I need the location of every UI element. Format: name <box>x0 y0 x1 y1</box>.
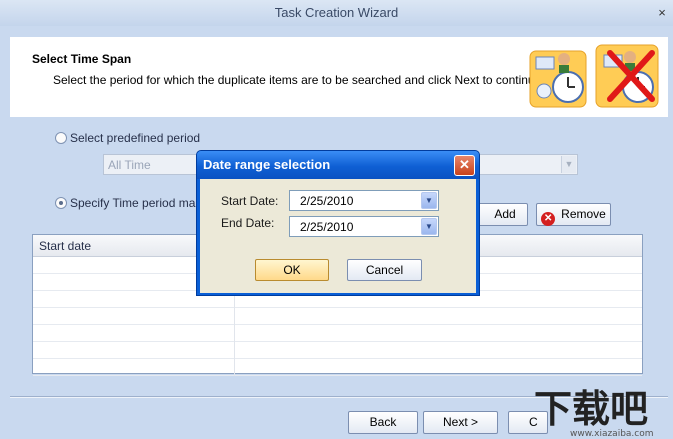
next-button[interactable]: Next > <box>423 411 498 434</box>
close-icon[interactable]: × <box>655 0 669 26</box>
manual-period-label: Specify Time period manua <box>70 196 216 210</box>
chevron-down-icon[interactable]: ▼ <box>421 218 437 235</box>
predefined-period-label: Select predefined period <box>70 131 201 145</box>
table-row <box>33 342 642 359</box>
manual-period-radio[interactable] <box>55 197 67 209</box>
ok-button[interactable]: OK <box>255 259 329 281</box>
start-date-value: 2/25/2010 <box>300 194 354 208</box>
chevron-down-icon[interactable]: ▼ <box>421 192 437 209</box>
table-row <box>33 359 642 376</box>
back-button[interactable]: Back <box>348 411 418 434</box>
start-date-label: Start Date: <box>221 194 279 208</box>
table-row <box>33 325 642 342</box>
end-date-picker[interactable]: 2/25/2010 ▼ <box>289 216 439 237</box>
start-date-picker[interactable]: 2/25/2010 ▼ <box>289 190 439 211</box>
dialog-title-text: Date range selection <box>203 157 331 172</box>
site-watermark-logo: 下载吧 www.xiazaiba.com <box>534 387 654 438</box>
table-row <box>33 308 642 325</box>
chevron-down-icon: ▼ <box>561 156 576 173</box>
wizard-header: Select Time Span Select the period for w… <box>10 37 668 117</box>
dialog-title: Date range selection <box>197 151 479 179</box>
page-title: Select Time Span <box>32 52 132 66</box>
remove-button-label: Remove <box>561 207 606 221</box>
next-button-label: Next > <box>442 415 478 429</box>
end-date-value: 2/25/2010 <box>300 220 354 234</box>
end-date-label: End Date: <box>221 216 275 230</box>
dialog-body: Start Date: 2/25/2010 ▼ End Date: 2/25/2… <box>200 179 476 293</box>
back-button-label: Back <box>369 415 397 429</box>
watermark-text: 下载吧 <box>534 387 648 431</box>
remove-button[interactable]: ✕ Remove <box>536 203 611 226</box>
date-range-dialog: Date range selection ✕ Start Date: 2/25/… <box>196 150 480 296</box>
dialog-close-icon[interactable]: ✕ <box>454 155 475 176</box>
remove-icon: ✕ <box>541 212 556 226</box>
predefined-period-value: All Time <box>108 158 151 172</box>
window-titlebar: Task Creation Wizard × <box>0 0 673 26</box>
watermark-url: www.xiazaiba.com <box>570 429 654 438</box>
predefined-period-radio[interactable] <box>55 132 67 144</box>
page-description: Select the period for which the duplicat… <box>53 73 545 87</box>
cancel-button-label: Cancel <box>365 263 404 277</box>
window-title: Task Creation Wizard <box>274 5 399 20</box>
ok-button-label: OK <box>283 263 301 277</box>
cancel-button[interactable]: Cancel <box>347 259 422 281</box>
calendar-clock-icon <box>529 44 659 108</box>
